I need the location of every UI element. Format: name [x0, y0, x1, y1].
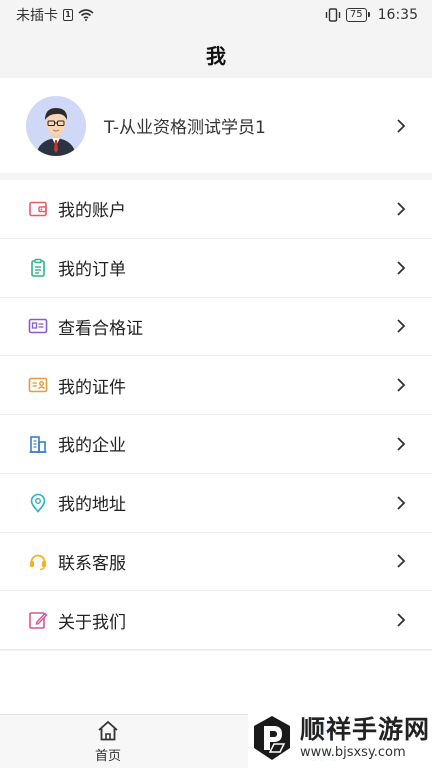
chevron-right-icon [397, 319, 406, 334]
chevron-right-icon [397, 378, 406, 392]
clipboard-icon [31, 258, 45, 277]
menu-item-label: 我的地址 [58, 495, 126, 516]
menu-item-address[interactable]: 我的地址 [0, 474, 432, 533]
menu-item-label: 我的订单 [58, 260, 126, 281]
watermark-title: 顺祥手游网 [300, 715, 431, 744]
sim-card-icon: 1 [63, 9, 73, 21]
status-right: 75 16:35 [325, 7, 418, 23]
id-card-icon [28, 377, 48, 393]
status-bar: 未插卡 1 75 16:35 [0, 0, 432, 30]
menu-item-documents[interactable]: 我的证件 [0, 356, 432, 415]
menu-list: 我的账户 我的订单 查看合格证 我的证件 我的企业 我的地址 联系客服 关于我们 [0, 180, 432, 650]
status-left: 未插卡 1 [16, 5, 94, 25]
chevron-right-icon [397, 613, 406, 627]
avatar[interactable] [26, 95, 86, 156]
menu-item-enterprise[interactable]: 我的企业 [0, 415, 432, 474]
carrier-text: 未插卡 [16, 8, 58, 24]
watermark: 顺祥手游网 www.bjsxsy.com [248, 708, 432, 768]
wifi-icon [78, 9, 94, 21]
menu-item-label: 关于我们 [58, 612, 126, 633]
tab-home-label: 首页 [94, 749, 121, 764]
profile-name: T-从业资格测试学员1 [104, 118, 266, 138]
page-header: 我 [0, 30, 432, 78]
certificate-card-icon [28, 319, 48, 334]
menu-item-about[interactable]: 关于我们 [0, 591, 432, 650]
clock-text: 16:35 [377, 7, 418, 23]
menu-item-customer-service[interactable]: 联系客服 [0, 533, 432, 592]
chevron-right-icon [397, 437, 406, 451]
chevron-right-icon[interactable] [396, 118, 406, 133]
menu-item-label: 查看合格证 [58, 318, 143, 339]
menu-item-orders[interactable]: 我的订单 [0, 239, 432, 298]
watermark-text: 顺祥手游网 www.bjsxsy.com [300, 715, 430, 761]
vibrate-icon [325, 8, 341, 22]
edit-icon [29, 612, 48, 629]
chevron-right-icon [397, 554, 406, 569]
home-icon [98, 721, 118, 741]
menu-item-account[interactable]: 我的账户 [0, 180, 432, 239]
page-title: 我 [206, 43, 226, 68]
menu-item-label: 我的账户 [58, 201, 126, 222]
battery-icon: 75 [345, 8, 370, 22]
watermark-url: www.bjsxsy.com [300, 745, 406, 760]
menu-item-label: 我的证件 [58, 377, 126, 398]
location-pin-icon [30, 493, 46, 513]
headset-icon [30, 554, 46, 571]
avatar-illustration [26, 95, 86, 156]
content-spacer [0, 651, 432, 714]
chevron-right-icon [397, 260, 406, 275]
watermark-logo-icon [254, 716, 290, 760]
profile-row[interactable]: T-从业资格测试学员1 [0, 78, 432, 173]
building-icon [29, 436, 47, 453]
chevron-right-icon [397, 202, 406, 216]
menu-item-certificate[interactable]: 查看合格证 [0, 298, 432, 357]
menu-item-label: 联系客服 [58, 553, 126, 574]
menu-item-label: 我的企业 [58, 436, 126, 457]
chevron-right-icon [397, 495, 406, 510]
tab-home[interactable]: 首页 [68, 719, 148, 767]
wallet-icon [29, 201, 47, 217]
